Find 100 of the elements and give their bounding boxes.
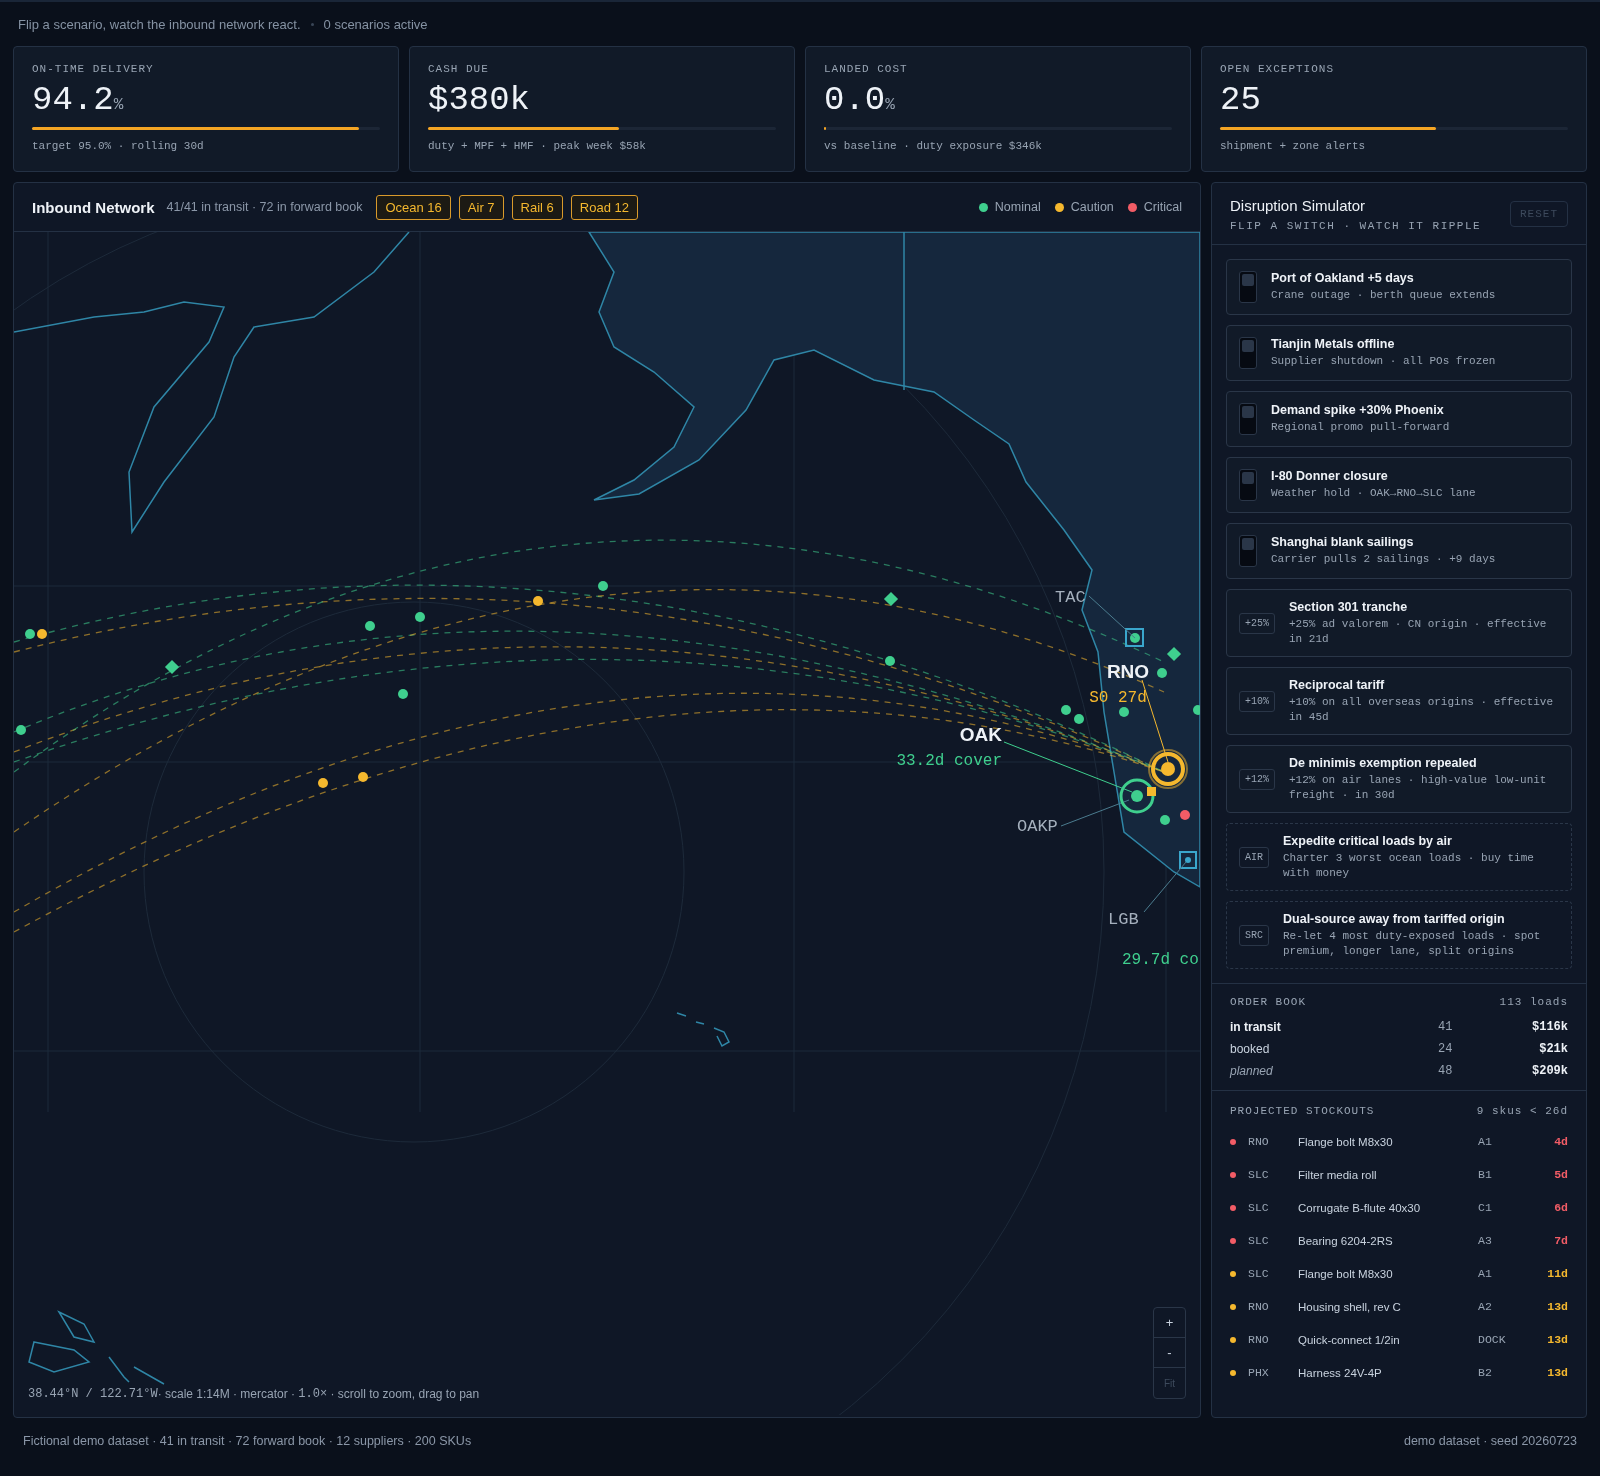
- scenario-detail: Regional promo pull-forward: [1271, 420, 1450, 435]
- scenario-badge: +10%: [1239, 690, 1275, 712]
- scenario-toggle[interactable]: [1239, 337, 1257, 369]
- shipment-dot[interactable]: [1157, 668, 1167, 678]
- simulator-subtitle: FLIP A SWITCH · WATCH IT RIPPLE: [1230, 220, 1482, 232]
- scenario-title: I-80 Donner closure: [1271, 469, 1389, 483]
- map-coordinates: 38.44°N / 122.71°W: [28, 1387, 158, 1401]
- scenario-title: De minimis exemption repealed: [1289, 755, 1478, 770]
- scenario-card[interactable]: Demand spike +30% Phoenix Regional promo pull-forward: [1226, 391, 1572, 447]
- site-cover-label: 33.2d cover: [896, 752, 1002, 770]
- scenario-toggle[interactable]: [1239, 535, 1257, 567]
- scenario-card[interactable]: +10% Reciprocal tariff +10% on all overseas origins · effective in 45d: [1226, 667, 1572, 735]
- stockout-item: Quick-connect 1/2in: [1298, 1333, 1401, 1346]
- site-code-label: OAKP: [1017, 817, 1058, 836]
- zoom-control-button[interactable]: +: [1154, 1308, 1185, 1338]
- site-code-label: TAC: [1055, 588, 1086, 607]
- shipment-dot[interactable]: [1061, 705, 1071, 715]
- shipment-dot[interactable]: [1074, 714, 1084, 724]
- scenario-detail: Re-let 4 most duty-exposed loads · spot premium, longer lane, split origins: [1283, 928, 1542, 959]
- scenario-card[interactable]: +25% Section 301 tranche +25% ad valorem · CN origin · effective in 21d: [1226, 589, 1572, 657]
- scenario-toggle[interactable]: [1239, 469, 1257, 501]
- kpi-value: $380k: [428, 81, 531, 119]
- scenario-badge: AIR: [1239, 846, 1269, 868]
- mode-filter-chip[interactable]: Rail 6: [511, 194, 563, 220]
- shipment-dot[interactable]: [1130, 633, 1140, 643]
- order-book-total: 113 loads: [1499, 996, 1568, 1008]
- shipment-diamond[interactable]: [883, 591, 899, 607]
- shipment-dot[interactable]: [1119, 707, 1129, 717]
- kpi-label: LANDED COST: [824, 63, 909, 75]
- scenario-title: Tianjin Metals offline: [1271, 337, 1396, 351]
- site-cover-label: S0 27d: [1089, 689, 1147, 707]
- scenario-title: Dual-source away from tariffed origin: [1283, 911, 1506, 926]
- stockout-site: PHX: [1248, 1366, 1270, 1379]
- site-square-marker[interactable]: [1179, 851, 1197, 869]
- stockout-item: Housing shell, rev C: [1298, 1300, 1402, 1313]
- scenario-detail: +10% on all overseas origins · effective in 45d: [1289, 694, 1555, 725]
- stockout-item: Filter media roll: [1298, 1168, 1378, 1181]
- shipment-dot[interactable]: [365, 621, 375, 631]
- scenario-title: Port of Oakland +5 days: [1271, 271, 1415, 285]
- order-book-count: 24: [1438, 1042, 1454, 1056]
- island-drawing: [676, 1012, 730, 1048]
- kpi-note: duty + MPF + HMF · peak week $58k: [428, 140, 647, 152]
- scenario-detail: Crane outage · berth queue extends: [1271, 288, 1496, 303]
- stockout-site: SLC: [1248, 1201, 1270, 1214]
- scenario-detail: Weather hold · OAK→RNO→SLC lane: [1271, 486, 1476, 501]
- stockout-days: 13d: [1528, 1333, 1568, 1346]
- scenario-title: Expedite critical loads by air: [1283, 833, 1453, 848]
- site-cover-label: 29.7d co: [1122, 951, 1199, 969]
- leader-line: [1060, 799, 1130, 827]
- stockout-slot: A1: [1478, 1135, 1528, 1148]
- simulator-title: Disruption Simulator: [1230, 197, 1367, 214]
- mode-filter-chip[interactable]: Air 7: [458, 194, 504, 220]
- leader-line: [1088, 595, 1136, 639]
- legend-label: Critical: [1143, 200, 1182, 214]
- site-square-marker[interactable]: [1125, 628, 1144, 647]
- scenario-detail: Supplier shutdown · all POs frozen: [1271, 354, 1496, 369]
- stockout-site: RNO: [1248, 1333, 1270, 1346]
- scenario-card[interactable]: Tianjin Metals offline Supplier shutdown · all POs frozen: [1226, 325, 1572, 381]
- scenario-card[interactable]: AIR Expedite critical loads by air Charter 3 worst ocean loads · buy time with money: [1226, 823, 1572, 891]
- kpi-note: shipment + zone alerts: [1220, 140, 1367, 152]
- order-book-count: 48: [1438, 1064, 1454, 1078]
- shipment-dot[interactable]: [37, 629, 47, 639]
- scenario-title: Demand spike +30% Phoenix: [1271, 403, 1445, 417]
- stockout-slot: C1: [1478, 1201, 1528, 1214]
- scenario-toggle[interactable]: [1239, 271, 1257, 303]
- stockout-days: 13d: [1528, 1300, 1568, 1313]
- order-book-value: $21k: [1538, 1042, 1568, 1056]
- order-book-value: $116k: [1531, 1020, 1568, 1034]
- footer-summary: Fictional demo dataset · 41 in transit · 72 forward book · 12 suppliers · 200 SKUs: [23, 1434, 472, 1448]
- shipment-dot[interactable]: [598, 581, 608, 591]
- scenario-card[interactable]: Port of Oakland +5 days Crane outage · berth queue extends: [1226, 259, 1572, 315]
- shipment-dot[interactable]: [1180, 810, 1190, 820]
- scenario-badge: SRC: [1239, 924, 1269, 946]
- scenario-detail: Carrier pulls 2 sailings · +9 days: [1271, 552, 1496, 567]
- shipment-dot[interactable]: [1160, 815, 1170, 825]
- stockout-slot: B1: [1478, 1168, 1528, 1181]
- shipment-dot[interactable]: [318, 778, 328, 788]
- shipment-dot[interactable]: [398, 689, 408, 699]
- scenario-card[interactable]: I-80 Donner closure Weather hold · OAK→RNO→SLC lane: [1226, 457, 1572, 513]
- stockouts-title: PROJECTED STOCKOUTS: [1230, 1105, 1375, 1117]
- scenario-detail: +25% ad valorem · CN origin · effective in 21d: [1289, 616, 1548, 647]
- legend-label: Nominal: [994, 200, 1041, 214]
- kpi-unit: %: [885, 96, 895, 114]
- zoom-control-button[interactable]: -: [1154, 1338, 1185, 1368]
- scenario-card[interactable]: SRC Dual-source away from tariffed origin Re-let 4 most duty-exposed loads · spot premium, longer lane, split origins: [1226, 901, 1572, 969]
- scenario-card[interactable]: +12% De minimis exemption repealed +12% on air lanes · high-value low-unit freight · in 30d: [1226, 745, 1572, 813]
- scenario-toggle[interactable]: [1239, 403, 1257, 435]
- shipment-dot[interactable]: [415, 612, 425, 622]
- scenario-title: Shanghai blank sailings: [1271, 535, 1415, 549]
- mode-filter-chip[interactable]: Road 12: [570, 194, 638, 220]
- stockout-item: Corrugate B-flute 40x30: [1298, 1201, 1422, 1214]
- stockout-site: SLC: [1248, 1267, 1270, 1280]
- shipment-dot[interactable]: [533, 596, 543, 606]
- mode-filter-chip[interactable]: Ocean 16: [376, 194, 451, 220]
- shipment-dot[interactable]: [885, 656, 895, 666]
- scenario-card[interactable]: Shanghai blank sailings Carrier pulls 2 sailings · +9 days: [1226, 523, 1572, 579]
- shipment-dot[interactable]: [25, 629, 35, 639]
- shipment-dot[interactable]: [16, 725, 26, 735]
- shipment-dot[interactable]: [358, 772, 368, 782]
- warehouse-marker[interactable]: [1119, 778, 1155, 814]
